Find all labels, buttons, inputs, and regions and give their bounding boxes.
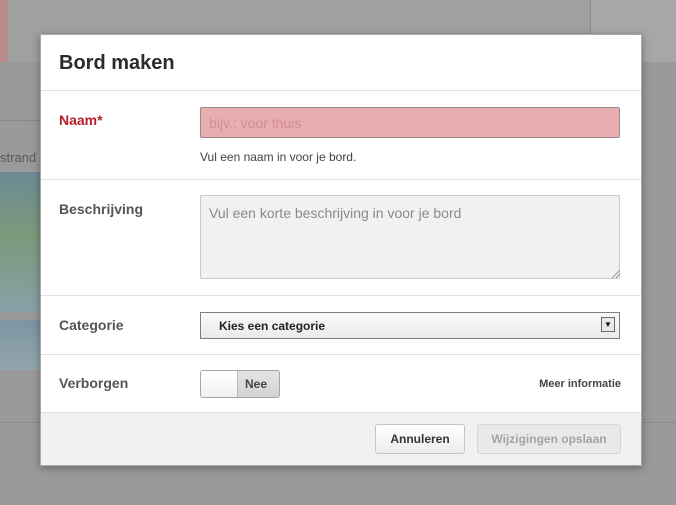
hidden-toggle[interactable]: Nee (200, 370, 280, 398)
hidden-row: Verborgen Nee Meer informatie (41, 355, 641, 413)
name-hint: Vul een naam in voor je bord. (200, 150, 357, 164)
toggle-state-text: Nee (245, 377, 268, 391)
name-input[interactable] (200, 107, 620, 138)
create-board-dialog: Bord maken Naam* Vul een naam in voor je… (40, 34, 642, 466)
background-image (0, 172, 40, 312)
background-text: strand (0, 150, 37, 165)
save-changes-button[interactable]: Wijzigingen opslaan (477, 424, 621, 454)
dialog-title: Bord maken (59, 52, 175, 74)
category-row: Categorie Kies een categorie ▼ (41, 296, 641, 355)
category-select[interactable]: Kies een categorie ▼ (200, 312, 620, 339)
resize-grip-icon[interactable] (612, 270, 620, 278)
dropdown-arrow-icon[interactable]: ▼ (601, 317, 615, 332)
hidden-label: Verborgen (59, 375, 129, 391)
description-label: Beschrijving (59, 201, 144, 217)
category-select-value: Kies een categorie (219, 319, 326, 333)
name-row: Naam* Vul een naam in voor je bord. (41, 91, 641, 180)
more-info-link[interactable]: Meer informatie (539, 378, 621, 390)
description-textarea[interactable] (200, 195, 620, 279)
toggle-knob[interactable] (201, 371, 238, 397)
background-card-edge (0, 0, 8, 62)
category-label: Categorie (59, 317, 124, 333)
background-image-2 (0, 320, 40, 370)
description-row: Beschrijving (41, 180, 641, 296)
dialog-footer: Annuleren Wijzigingen opslaan (41, 412, 641, 465)
dialog-header: Bord maken (41, 35, 641, 91)
background-divider (0, 120, 40, 121)
cancel-button[interactable]: Annuleren (375, 424, 465, 454)
name-label: Naam* (59, 112, 103, 128)
